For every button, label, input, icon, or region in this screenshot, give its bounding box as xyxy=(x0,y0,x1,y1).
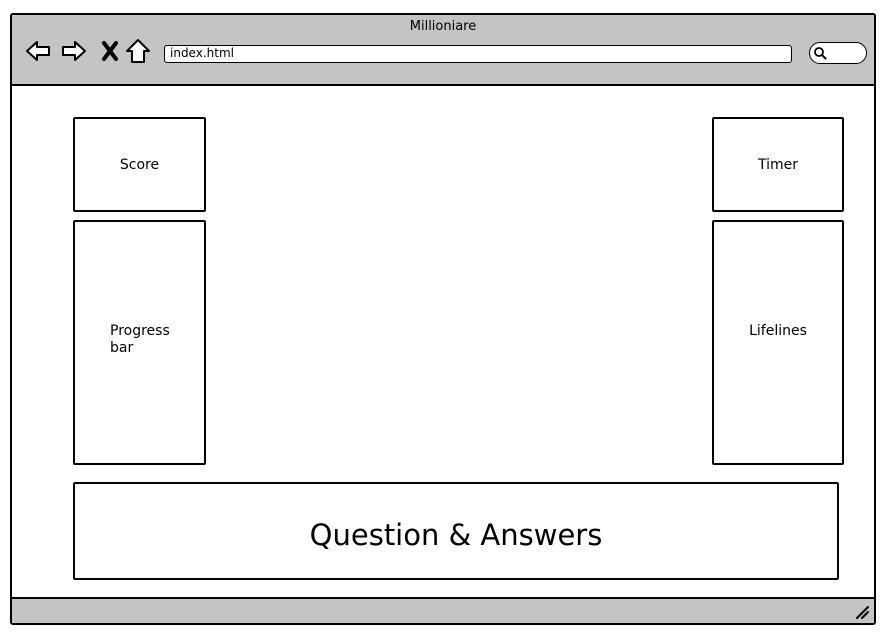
window-title: Millioniare xyxy=(409,19,477,34)
progress-bar-label: Progress bar xyxy=(110,323,170,356)
score-label: Score xyxy=(119,157,160,173)
score-panel: Score xyxy=(73,117,206,212)
resize-grip-icon[interactable] xyxy=(854,604,870,620)
question-answers-label: Question & Answers xyxy=(309,518,603,552)
back-arrow-icon[interactable] xyxy=(24,37,52,65)
timer-panel: Timer xyxy=(712,117,844,212)
browser-window: Millioniare index.html Score Timer Progr… xyxy=(10,13,876,625)
close-x-icon[interactable] xyxy=(96,37,124,65)
search-icon xyxy=(814,47,827,60)
search-field[interactable] xyxy=(809,42,867,64)
progress-bar-panel: Progress bar xyxy=(73,220,206,465)
lifelines-label: Lifelines xyxy=(749,323,807,339)
timer-label: Timer xyxy=(757,157,799,173)
home-icon[interactable] xyxy=(124,37,152,65)
forward-arrow-icon[interactable] xyxy=(60,37,88,65)
question-answers-panel: Question & Answers xyxy=(73,482,839,580)
status-bar xyxy=(12,597,874,623)
lifelines-panel: Lifelines xyxy=(712,220,844,465)
browser-toolbar: Millioniare index.html xyxy=(12,15,874,86)
address-bar[interactable]: index.html xyxy=(164,45,792,63)
